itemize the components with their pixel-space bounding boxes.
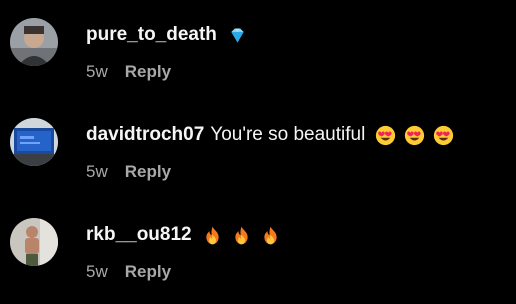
comment-timestamp: 5w xyxy=(86,262,108,281)
comment-emojis xyxy=(375,125,462,146)
heart-eyes-icon xyxy=(375,125,396,146)
comment-item: davidtroch07 You're so beautiful 5w Repl… xyxy=(0,100,516,200)
avatar[interactable] xyxy=(10,218,58,266)
heart-eyes-icon xyxy=(404,125,425,146)
reply-button[interactable]: Reply xyxy=(125,262,171,282)
comment-meta: 5w Reply xyxy=(86,62,171,82)
fire-icon xyxy=(202,225,223,246)
avatar[interactable] xyxy=(10,118,58,166)
comment-item: pure_to_death 5w Reply xyxy=(0,0,516,100)
comment-emojis xyxy=(227,25,256,46)
comment-timestamp: 5w xyxy=(86,162,108,181)
username-link[interactable]: pure_to_death xyxy=(86,24,217,46)
username-link[interactable]: rkb__ou812 xyxy=(86,224,192,246)
comment-text: You're so beautiful xyxy=(210,124,366,145)
fire-icon xyxy=(231,225,252,246)
comment-header: pure_to_death xyxy=(86,22,256,48)
fire-icon xyxy=(260,225,281,246)
comment-timestamp: 5w xyxy=(86,62,108,81)
reply-button[interactable]: Reply xyxy=(125,162,171,182)
comment-item: rkb__ou812 5w Reply xyxy=(0,200,516,300)
comment-header: rkb__ou812 xyxy=(86,222,289,248)
heart-eyes-icon xyxy=(433,125,454,146)
comment-emojis xyxy=(202,225,289,246)
reply-button[interactable]: Reply xyxy=(125,62,171,82)
comment-meta: 5w Reply xyxy=(86,162,171,182)
comment-meta: 5w Reply xyxy=(86,262,171,282)
comment-header: davidtroch07 You're so beautiful xyxy=(86,122,462,148)
username-link[interactable]: davidtroch07 xyxy=(86,124,204,146)
gem-icon xyxy=(227,25,248,46)
avatar[interactable] xyxy=(10,18,58,66)
